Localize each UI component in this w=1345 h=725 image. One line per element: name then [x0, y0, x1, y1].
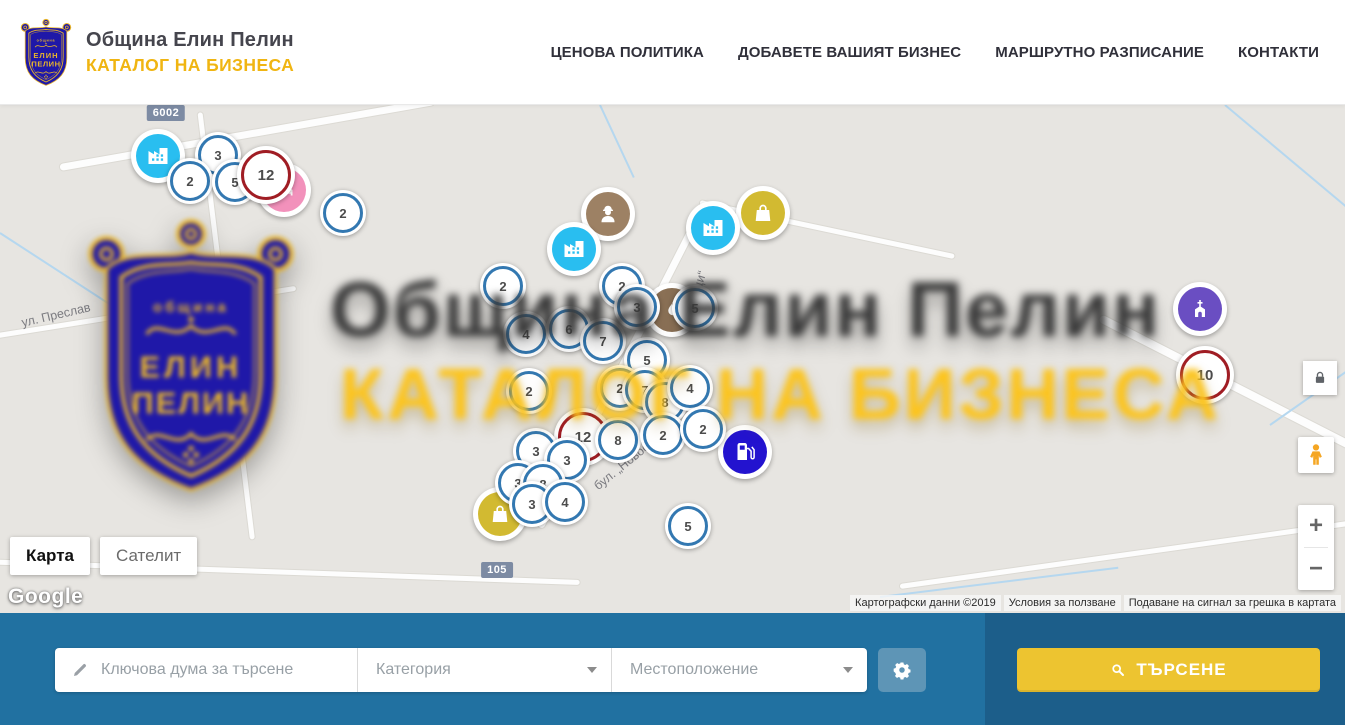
category-select[interactable]: Категория	[358, 648, 612, 692]
lock-button[interactable]	[1303, 361, 1337, 395]
cluster-marker[interactable]: 10	[1176, 346, 1234, 404]
pegman-icon	[1303, 442, 1329, 468]
cluster-marker[interactable]: 2	[640, 412, 686, 458]
cluster-marker[interactable]: 12	[237, 146, 295, 204]
cluster-marker[interactable]: 2	[506, 368, 552, 414]
chevron-down-icon	[843, 667, 853, 673]
cluster-marker[interactable]: 2	[680, 406, 726, 452]
lock-icon	[1311, 369, 1329, 387]
nav-item-contacts[interactable]: КОНТАКТИ	[1238, 44, 1319, 61]
keyword-input[interactable]	[99, 660, 343, 680]
attribution-report-error-link[interactable]: Подаване на сигнал за грешка в картата	[1124, 595, 1341, 611]
location-select[interactable]: Местоположение	[612, 648, 867, 692]
nav-item-route-schedule[interactable]: МАРШРУТНО РАЗПИСАНИЕ	[995, 44, 1204, 61]
attribution-terms-link[interactable]: Условия за ползване	[1004, 595, 1121, 611]
search-icon	[1110, 662, 1126, 678]
map-canvas[interactable]: 6002105ул. Преславбул. „Новоселци“ 32512…	[0, 104, 1345, 613]
cluster-marker[interactable]: 4	[542, 479, 588, 525]
search-input-group: Категория Местоположение	[55, 648, 867, 692]
settings-button[interactable]	[878, 648, 926, 692]
site-subtitle: КАТАЛОГ НА БИЗНЕСА	[86, 55, 294, 76]
pencil-icon	[71, 661, 89, 679]
road-shield: 6002	[147, 105, 185, 121]
attribution-map-data: Картографски данни ©2019	[850, 595, 1001, 611]
cluster-marker[interactable]: 3	[614, 284, 660, 330]
bag-icon	[751, 201, 775, 225]
street-view-pegman-button[interactable]	[1298, 437, 1334, 473]
cluster-marker[interactable]: 5	[665, 503, 711, 549]
road-shield: 105	[481, 562, 513, 578]
chevron-down-icon	[587, 667, 597, 673]
factory-icon	[701, 216, 725, 240]
pin-marker-church[interactable]	[1173, 282, 1227, 336]
cluster-marker[interactable]: 7	[580, 318, 626, 364]
cluster-marker[interactable]: 2	[480, 263, 526, 309]
cluster-marker[interactable]: 2	[320, 190, 366, 236]
search-button-label: ТЪРСЕНЕ	[1136, 660, 1226, 680]
header: Община Елин Пелин КАТАЛОГ НА БИЗНЕСА ЦЕН…	[0, 0, 1345, 105]
zoom-out-button[interactable]: −	[1298, 548, 1334, 590]
zoom-control: + −	[1298, 505, 1334, 590]
cluster-marker[interactable]: 8	[595, 417, 641, 463]
google-logo[interactable]: Google	[8, 585, 83, 609]
gear-icon	[892, 660, 912, 680]
site-title: Община Елин Пелин	[86, 29, 294, 52]
factory-icon	[146, 144, 170, 168]
map-type-map-button[interactable]: Карта	[10, 537, 90, 575]
site-logo[interactable]: Община Елин Пелин КАТАЛОГ НА БИЗНЕСА	[20, 18, 294, 87]
search-bar: Категория Местоположение ТЪРСЕНЕ	[0, 613, 1345, 725]
cluster-marker[interactable]: 2	[167, 158, 213, 204]
municipality-crest-logo	[20, 18, 72, 87]
cluster-marker[interactable]: 4	[667, 365, 713, 411]
zoom-in-button[interactable]: +	[1298, 505, 1334, 547]
pin-marker-factory[interactable]	[686, 201, 740, 255]
cluster-marker[interactable]: 5	[672, 285, 718, 331]
keyword-section[interactable]	[55, 648, 358, 692]
pin-marker-bag[interactable]	[736, 186, 790, 240]
main-nav: ЦЕНОВА ПОЛИТИКА ДОБАВЕТЕ ВАШИЯТ БИЗНЕС М…	[551, 44, 1319, 61]
location-value: Местоположение	[630, 661, 758, 679]
category-value: Категория	[376, 661, 451, 679]
map-markers-layer: 325122223546752278412822333834510	[0, 104, 1345, 613]
fuel-icon	[733, 440, 757, 464]
pin-marker-fuel[interactable]	[718, 425, 772, 479]
nav-item-add-your-business[interactable]: ДОБАВЕТЕ ВАШИЯТ БИЗНЕС	[738, 44, 961, 61]
map-type-control: Карта Сателит	[10, 537, 197, 575]
nav-item-pricing-policy[interactable]: ЦЕНОВА ПОЛИТИКА	[551, 44, 704, 61]
factory-icon	[562, 237, 586, 261]
church-icon	[1188, 297, 1212, 321]
cluster-marker[interactable]: 4	[503, 311, 549, 357]
search-button[interactable]: ТЪРСЕНЕ	[1017, 648, 1320, 692]
map-type-satellite-button[interactable]: Сателит	[100, 537, 197, 575]
pin-marker-factory[interactable]	[547, 222, 601, 276]
map-attribution: Картографски данни ©2019 Условия за полз…	[850, 595, 1341, 611]
